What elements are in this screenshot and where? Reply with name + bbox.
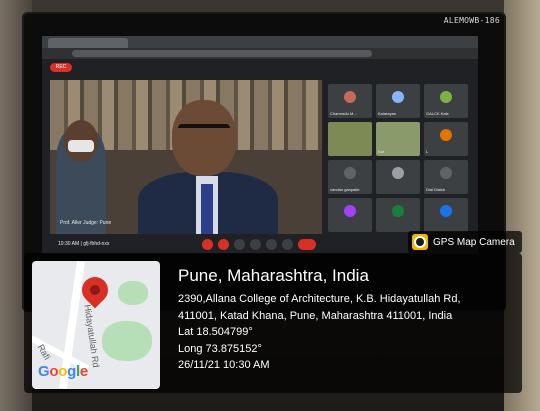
participant-avatar (344, 205, 356, 217)
participant-avatar (392, 91, 404, 103)
browser-tab-strip (42, 36, 478, 48)
address-line-2: 411001, Katad Khana, Pune, Maharashtra 4… (178, 309, 453, 322)
monitor-screen: REC Prof. Aller Judge: Pune Chamnsilu M.… (42, 36, 478, 254)
participant-tile[interactable]: GALCK Kale (424, 84, 468, 118)
participant-tile[interactable]: Dial Dialsh (424, 160, 468, 194)
camera-off-button[interactable] (218, 239, 229, 250)
meeting-time: 10:30 AM (58, 241, 80, 247)
map-park (118, 281, 148, 305)
participant-grid: Chamnsilu M... Kalarayan GALCK Kale Kar Lvan… (328, 84, 472, 234)
captions-button[interactable] (234, 239, 245, 250)
raise-hand-button[interactable] (266, 239, 277, 250)
meeting-clock: 10:30 AM | gfj-fbhd-nxx (58, 241, 109, 247)
participant-tile[interactable] (424, 198, 468, 232)
video-caption: Prof. Aller Judge: Pune (60, 220, 112, 226)
mic-off-button[interactable] (202, 239, 213, 250)
date-time: 26/11/21 10:30 AM (178, 359, 270, 371)
participant-avatar (440, 205, 452, 217)
participant-avatar (392, 167, 404, 179)
participant-avatar (440, 129, 452, 141)
participant-tile[interactable]: vandan ganpatle (328, 160, 372, 194)
google-logo-letter: e (79, 363, 88, 380)
recording-badge: REC (50, 63, 72, 72)
participant-name: Dial Dialsh (426, 187, 446, 192)
map-park (102, 321, 152, 361)
brand-label: GPS Map Camera (433, 236, 515, 248)
address-bar[interactable] (72, 50, 372, 57)
participant-avatar (392, 205, 404, 217)
end-call-button[interactable] (298, 239, 316, 250)
google-logo: Google (38, 363, 88, 380)
participant-avatar (344, 167, 356, 179)
face-mask (68, 140, 94, 152)
speaker-tie (201, 184, 213, 234)
browser-toolbar (42, 48, 478, 59)
gps-camera-icon (412, 234, 428, 250)
participant-tile[interactable]: Kalarayan (376, 84, 420, 118)
google-logo-letter: o (58, 363, 68, 380)
participant-name: Kar (378, 149, 385, 154)
participant-avatar (344, 91, 356, 103)
main-speaker-video: Prof. Aller Judge: Pune (50, 80, 322, 234)
meeting-id: | gfj-fbhd-nxx (80, 241, 110, 247)
google-logo-letter: g (67, 363, 76, 380)
location-title: Pune, Maharashtra, India (178, 266, 369, 285)
participant-name: vandan ganpatle (330, 187, 360, 192)
google-logo-letter: G (38, 363, 50, 380)
more-options-button[interactable] (282, 239, 293, 250)
google-logo-letter: o (49, 363, 59, 380)
participant-tile[interactable]: L (424, 122, 468, 156)
participant-tile[interactable] (328, 198, 372, 232)
longitude: Long 73.875152° (178, 342, 262, 355)
map-street-label: Hidayatullah Rd (82, 303, 102, 369)
participant-tile[interactable] (376, 160, 420, 194)
speaker-glasses (178, 124, 230, 140)
participant-name: GALCK Kale (426, 111, 449, 116)
participant-tile[interactable] (328, 122, 372, 156)
participant-tile[interactable]: Kar (376, 122, 420, 156)
gps-camera-brand: GPS Map Camera (408, 231, 522, 253)
location-map: Hidayatullah Rd Rafi Google (32, 261, 160, 389)
participant-name: L (426, 149, 429, 154)
monitor-label: ALEMOWB-186 (443, 16, 500, 25)
participant-tile[interactable]: Chamnsilu M... (328, 84, 372, 118)
browser-tab[interactable] (48, 38, 128, 48)
location-info: Pune, Maharashtra, India 2390,Allana Col… (178, 266, 461, 374)
participant-avatar (440, 167, 452, 179)
participant-tile[interactable] (376, 198, 420, 232)
address-line-1: 2390,Allana College of Architecture, K.B… (178, 293, 461, 305)
present-button[interactable] (250, 239, 261, 250)
participant-name: Kalarayan (378, 111, 397, 116)
participant-name: Chamnsilu M... (330, 111, 357, 116)
latitude: Lat 18.504799° (178, 326, 253, 338)
participant-avatar (440, 91, 452, 103)
